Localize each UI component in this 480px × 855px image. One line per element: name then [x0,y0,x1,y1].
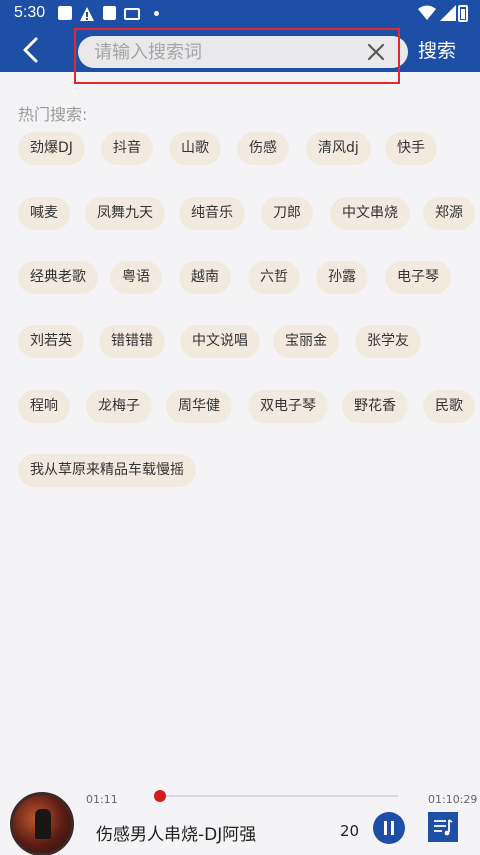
search-button[interactable]: 搜索 [418,36,456,63]
close-icon [367,43,385,61]
total-time: 01:10:29 [428,793,478,806]
hot-tag[interactable]: 经典老歌 [18,261,98,294]
mini-player: 01:11 01:10:29 伤感男人串烧-DJ阿强 20 [0,780,480,855]
pause-button[interactable] [373,812,405,844]
hot-tag[interactable]: 中文说唱 [180,325,260,358]
hot-tag[interactable]: 喊麦 [18,197,70,230]
clear-button[interactable] [364,40,388,64]
playlist-button[interactable] [428,812,458,842]
hot-tag[interactable]: 我从草原来精品车载慢摇 [18,454,196,487]
hot-tag[interactable]: 错错错 [99,325,165,358]
hot-tag[interactable]: 凤舞九天 [85,197,165,230]
battery-icon [458,5,468,22]
status-bar: 5:30 [0,0,480,28]
dot-icon [154,11,159,16]
song-title[interactable]: 伤感男人串烧-DJ阿强 [96,820,256,845]
album-cover[interactable] [10,792,74,855]
hot-tag[interactable]: 郑源 [423,197,475,230]
current-time: 01:11 [86,793,118,806]
playlist-icon [434,819,453,836]
search-box[interactable] [78,36,408,68]
hot-search-title: 热门搜索: [18,105,88,124]
pause-icon [384,821,387,835]
hot-tag[interactable]: 张学友 [355,325,421,358]
hot-tag[interactable]: 刀郎 [261,197,313,230]
hot-tag[interactable]: 快手 [385,132,437,165]
hot-tag[interactable]: 民歌 [423,390,475,423]
search-input[interactable] [94,39,364,65]
hot-tag[interactable]: 孙露 [316,261,368,294]
signal-icon [440,5,456,25]
hot-tag[interactable]: 清风dj [306,132,371,165]
pause-icon [391,821,394,835]
status-time: 5:30 [14,4,46,21]
back-arrow-icon [23,37,38,63]
hot-tag[interactable]: 周华健 [166,390,232,423]
wifi-icon [418,5,436,25]
hot-tag[interactable]: 龙梅子 [86,390,152,423]
hot-tag[interactable]: 刘若英 [18,325,84,358]
hot-tag[interactable]: 纯音乐 [179,197,245,230]
song-extra: 20 [340,822,360,840]
hot-tag[interactable]: 电子琴 [385,261,451,294]
hot-tag[interactable]: 粤语 [110,261,162,294]
hot-tag[interactable]: 山歌 [169,132,221,165]
hot-tag[interactable]: 伤感 [237,132,289,165]
hot-tag[interactable]: 劲爆DJ [18,132,85,165]
progress-track[interactable] [158,795,398,797]
hot-tag[interactable]: 程响 [18,390,70,423]
progress-thumb[interactable] [154,790,166,802]
keyboard-icon [124,8,140,20]
notification-icon [58,6,72,20]
hot-tag[interactable]: 双电子琴 [248,390,328,423]
back-button[interactable] [14,34,48,66]
hot-tag[interactable]: 中文串烧 [330,197,410,230]
hot-tag[interactable]: 宝丽金 [273,325,339,358]
hot-tag[interactable]: 抖音 [101,132,153,165]
hot-tag[interactable]: 野花香 [342,390,408,423]
warning-icon [80,6,94,21]
hot-tag[interactable]: 越南 [179,261,231,294]
hot-tag[interactable]: 六哲 [248,261,300,294]
app-icon [103,6,116,20]
search-header: 搜索 [0,28,480,84]
